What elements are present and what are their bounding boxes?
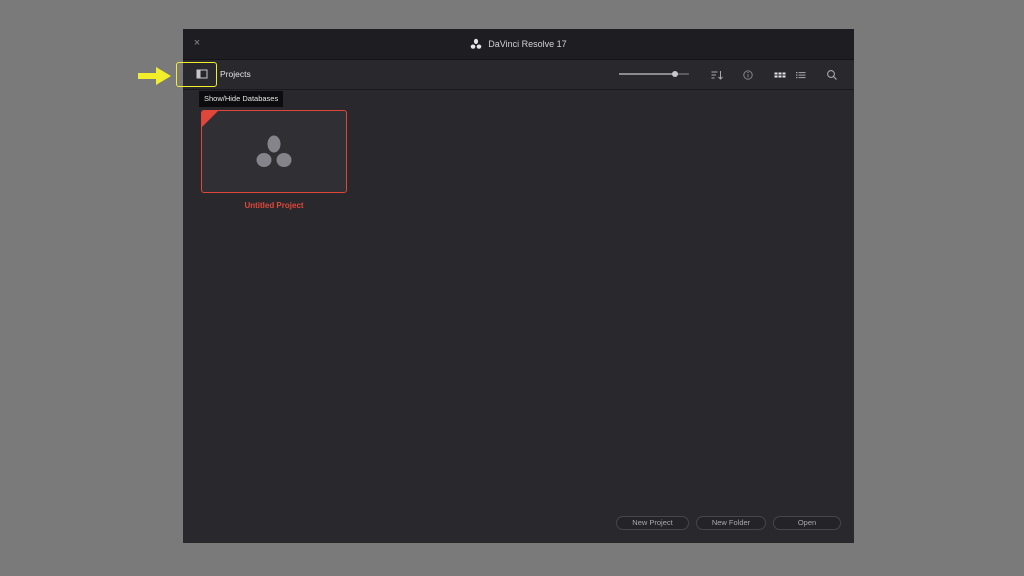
grid-view-icon <box>774 72 786 78</box>
slider-knob[interactable] <box>672 71 678 77</box>
grid-view-button[interactable] <box>773 68 787 82</box>
title-bar: × DaVinci Resolve 17 <box>183 29 854 60</box>
annotation-arrow-icon <box>138 67 171 85</box>
list-view-icon <box>796 72 806 79</box>
project-info-button[interactable] <box>741 68 755 82</box>
list-view-button[interactable] <box>794 68 808 82</box>
project-thumbnail[interactable] <box>201 110 347 193</box>
project-manager-window: × DaVinci Resolve 17 Projects Show/Hide … <box>183 29 854 543</box>
screen: × DaVinci Resolve 17 Projects Show/Hide … <box>0 0 1024 576</box>
search-icon <box>827 70 837 80</box>
thumbnail-size-slider[interactable] <box>619 68 689 80</box>
info-icon <box>743 70 753 80</box>
sort-icon <box>711 71 723 80</box>
window-title: DaVinci Resolve 17 <box>183 29 854 59</box>
annotation-highlight-box <box>176 62 217 87</box>
search-button[interactable] <box>825 68 839 82</box>
davinci-logo-icon <box>470 38 482 49</box>
current-project-badge <box>202 111 218 127</box>
sort-button[interactable] <box>710 68 724 82</box>
open-button[interactable]: Open <box>773 516 841 530</box>
new-folder-button[interactable]: New Folder <box>696 516 766 530</box>
projects-breadcrumb: Projects <box>220 69 251 79</box>
davinci-logo-icon <box>256 135 292 167</box>
project-toolbar: Projects <box>183 60 854 90</box>
tooltip: Show/Hide Databases <box>199 91 284 107</box>
new-project-button[interactable]: New Project <box>616 516 689 530</box>
window-title-text: DaVinci Resolve 17 <box>488 39 567 49</box>
slider-fill <box>619 73 675 75</box>
project-name[interactable]: Untitled Project <box>201 201 347 210</box>
